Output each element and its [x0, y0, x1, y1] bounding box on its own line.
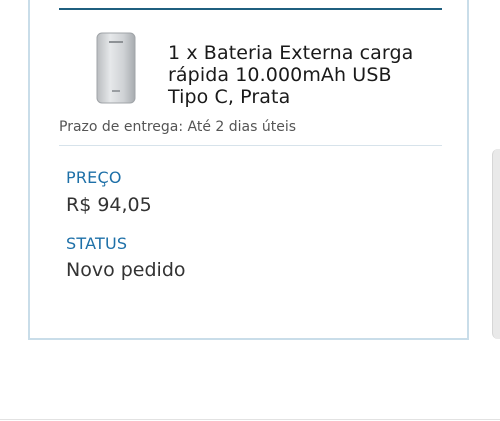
price-label: PREÇO — [66, 168, 122, 187]
power-bank-image-icon[interactable] — [92, 30, 140, 106]
bottom-divider — [0, 419, 500, 420]
delivery-estimate: Prazo de entrega: Até 2 dias úteis — [59, 119, 297, 135]
product-name[interactable]: 1 x Bateria Externa carga rápida 10.000m… — [168, 42, 438, 108]
status-value: Novo pedido — [66, 259, 186, 281]
status-label: STATUS — [66, 234, 128, 253]
section-divider — [59, 145, 442, 146]
price-value: R$ 94,05 — [66, 194, 152, 216]
scrollbar-thumb[interactable] — [492, 149, 500, 339]
order-details-page: 1 x Bateria Externa carga rápida 10.000m… — [0, 0, 500, 421]
top-divider — [59, 8, 442, 10]
